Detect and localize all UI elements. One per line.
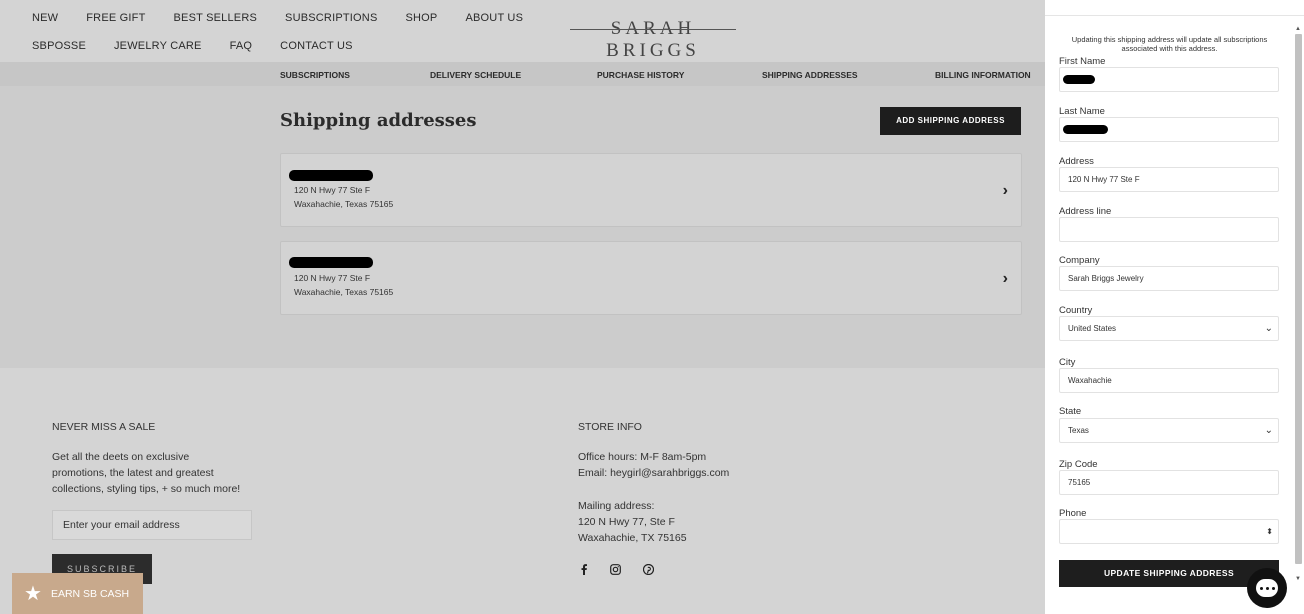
add-shipping-address-button[interactable]: ADD SHIPPING ADDRESS [880, 107, 1021, 135]
address-card[interactable]: 120 N Hwy 77 Ste F Waxahachie, Texas 751… [280, 241, 1022, 315]
newsletter-heading: NEVER MISS A SALE [52, 421, 156, 433]
city-field[interactable]: Waxahachie [1059, 368, 1279, 393]
chevron-right-icon: › [1002, 270, 1008, 287]
address-line-2: Waxahachie, Texas 75165 [294, 287, 394, 297]
newsletter-email-input[interactable]: Enter your email address [52, 510, 252, 540]
redacted-name [289, 170, 373, 181]
address-field[interactable]: 120 N Hwy 77 Ste F [1059, 167, 1279, 192]
update-shipping-address-button[interactable]: UPDATE SHIPPING ADDRESS [1059, 560, 1279, 587]
panel-note: Updating this shipping address will upda… [1071, 35, 1268, 53]
earn-sb-cash-label: EARN SB CASH [50, 587, 130, 600]
state-label: State [1059, 406, 1082, 417]
nav-item-subscriptions[interactable]: SUBSCRIPTIONS [285, 12, 377, 24]
nav-item-shop[interactable]: SHOP [405, 12, 437, 24]
scroll-up-icon[interactable]: ▲ [1295, 26, 1301, 32]
nav-item-best-sellers[interactable]: BEST SELLERS [174, 12, 258, 24]
mailing-line-1: 120 N Hwy 77, Ste F [578, 516, 675, 528]
address-line-2: Waxahachie, Texas 75165 [294, 199, 394, 209]
chevron-down-icon: ⌄ [1264, 323, 1273, 334]
page-title: Shipping addresses [280, 110, 477, 131]
address-line-label: Address line [1059, 206, 1112, 217]
facebook-icon[interactable] [580, 564, 588, 578]
site-logo[interactable]: SARAH BRIGGS [570, 18, 736, 62]
chevron-down-icon: ⌄ [1264, 425, 1273, 436]
office-hours: Office hours: M-F 8am-5pm [578, 451, 707, 463]
tab-subscriptions[interactable]: SUBSCRIPTIONS [280, 70, 350, 80]
nav-item-contact-us[interactable]: CONTACT US [280, 40, 353, 52]
country-value: United States [1068, 324, 1117, 333]
nav-item-sbposse[interactable]: SBPOSSE [32, 40, 86, 52]
redacted-value [1063, 75, 1095, 84]
store-info-heading: STORE INFO [578, 421, 642, 433]
pinterest-icon[interactable] [642, 563, 655, 578]
store-email[interactable]: Email: heygirl@sarahbriggs.com [578, 465, 729, 481]
nav-item-faq[interactable]: FAQ [230, 40, 253, 52]
tab-purchase-history[interactable]: PURCHASE HISTORY [597, 70, 684, 80]
nav-item-jewelry-care[interactable]: JEWELRY CARE [114, 40, 202, 52]
last-name-field[interactable] [1059, 117, 1279, 142]
star-icon: ★ [24, 582, 42, 605]
mailing-line-2: Waxahachie, TX 75165 [578, 532, 687, 544]
newsletter-text-3: collections, styling tips, + so much mor… [52, 483, 241, 495]
mailing-label: Mailing address: [578, 500, 655, 512]
tab-shipping-addresses[interactable]: SHIPPING ADDRESSES [762, 70, 858, 80]
newsletter-text-2: promotions, the latest and greatest [52, 467, 214, 479]
address-card[interactable]: 120 N Hwy 77 Ste F Waxahachie, Texas 751… [280, 153, 1022, 227]
tab-billing-information[interactable]: BILLING INFORMATION [935, 70, 1031, 80]
edit-shipping-address-panel: Updating this shipping address will upda… [1045, 0, 1304, 614]
nav-item-about-us[interactable]: ABOUT US [465, 12, 523, 24]
scrollbar-thumb[interactable] [1295, 34, 1302, 564]
chevron-right-icon: › [1002, 182, 1008, 199]
country-label: Country [1059, 305, 1093, 316]
newsletter-text-1: Get all the deets on exclusive [52, 451, 190, 463]
address-line-1: 120 N Hwy 77 Ste F [294, 273, 371, 283]
company-field[interactable]: Sarah Briggs Jewelry [1059, 266, 1279, 291]
spinner-icon[interactable]: ⬍ [1266, 520, 1273, 543]
address-label: Address [1059, 156, 1094, 167]
nav-item-new[interactable]: NEW [32, 12, 58, 24]
phone-field[interactable]: ⬍ [1059, 519, 1279, 544]
first-name-field[interactable] [1059, 67, 1279, 92]
phone-label: Phone [1059, 508, 1087, 519]
zip-code-field[interactable]: 75165 [1059, 470, 1279, 495]
earn-sb-cash-button[interactable]: ★ EARN SB CASH [12, 573, 143, 614]
zip-code-label: Zip Code [1059, 459, 1098, 470]
first-name-label: First Name [1059, 56, 1106, 67]
company-label: Company [1059, 255, 1100, 266]
state-select[interactable]: Texas ⌄ [1059, 418, 1279, 443]
instagram-icon[interactable] [610, 564, 621, 578]
city-label: City [1059, 357, 1076, 368]
redacted-name [289, 257, 373, 268]
address-line-field[interactable] [1059, 217, 1279, 242]
panel-top-bar [1045, 0, 1304, 16]
panel-scrollbar[interactable]: ▲ ▼ [1294, 26, 1303, 588]
nav-item-free-gift[interactable]: FREE GIFT [86, 12, 145, 24]
chat-bubble-icon [1256, 579, 1278, 597]
redacted-value [1063, 125, 1108, 134]
scroll-down-icon[interactable]: ▼ [1295, 576, 1301, 582]
chat-button[interactable] [1247, 568, 1287, 608]
last-name-label: Last Name [1059, 106, 1105, 117]
country-select[interactable]: United States ⌄ [1059, 316, 1279, 341]
address-line-1: 120 N Hwy 77 Ste F [294, 185, 371, 195]
main-nav: NEW FREE GIFT BEST SELLERS SUBSCRIPTIONS… [18, 8, 558, 56]
state-value: Texas [1068, 426, 1089, 435]
tab-delivery-schedule[interactable]: DELIVERY SCHEDULE [430, 70, 521, 80]
